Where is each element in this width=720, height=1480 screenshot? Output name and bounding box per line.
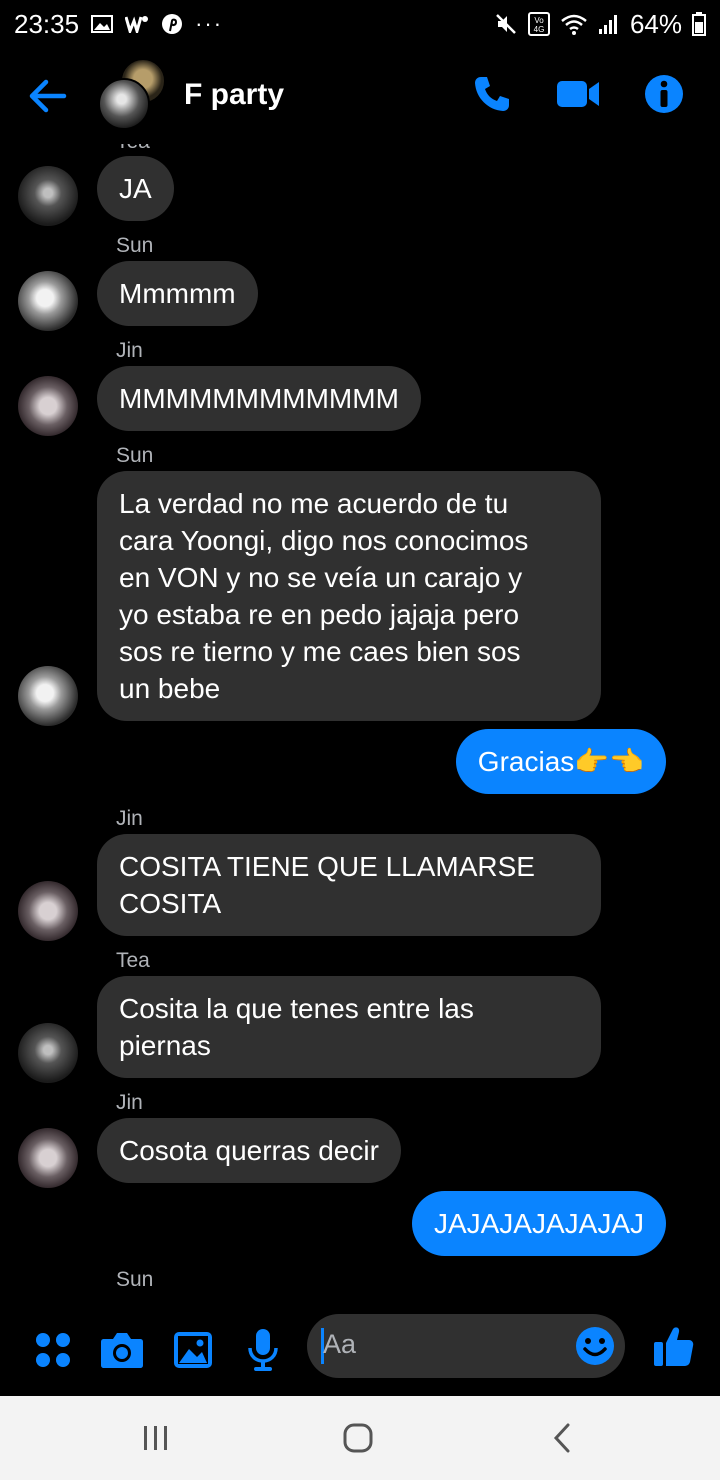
- more-notifications-icon: ···: [195, 11, 224, 36]
- image-icon: [174, 1332, 212, 1368]
- video-call-button[interactable]: [556, 78, 600, 115]
- message-input-placeholder: Aa: [323, 1329, 357, 1359]
- message-bubble[interactable]: Cosita la que tenes entre las piernas: [97, 976, 601, 1078]
- recent-apps-icon: [144, 1426, 167, 1450]
- gallery-notification-icon: [91, 14, 114, 34]
- avatar[interactable]: [18, 1128, 78, 1188]
- info-icon: [645, 75, 683, 113]
- avatar[interactable]: [18, 271, 78, 331]
- sender-name: Sun: [116, 234, 154, 257]
- message-bubble[interactable]: Cosota querras decir: [97, 1118, 401, 1183]
- sender-name: Sun: [116, 1268, 154, 1291]
- pinterest-notification-icon: [161, 13, 183, 35]
- home-button[interactable]: [336, 1418, 380, 1458]
- info-button[interactable]: [644, 74, 684, 119]
- message-bubble[interactable]: COSITA TIENE QUE LLAMARSE COSITA: [97, 834, 601, 936]
- sender-name: Tea: [116, 949, 150, 972]
- status-time: 23:35: [14, 8, 80, 39]
- avatar[interactable]: [18, 166, 78, 226]
- mute-icon: [494, 12, 518, 36]
- back-button[interactable]: [26, 74, 70, 118]
- message-bubble[interactable]: Mmmmm: [97, 261, 258, 326]
- composer-bar: Aa: [0, 1306, 720, 1396]
- chat-header: F party: [0, 48, 720, 144]
- message-bubble[interactable]: La verdad no me acuerdo de tu cara Yoong…: [97, 471, 601, 721]
- svg-text:4G: 4G: [534, 25, 545, 34]
- sender-name: Jin: [116, 339, 143, 362]
- message-bubble[interactable]: MMMMMMMMMMMM: [97, 366, 421, 431]
- status-bar: 23:35 ··· Vo 4G 64%: [0, 0, 720, 48]
- microphone-icon: [248, 1329, 278, 1371]
- system-nav-bar: [0, 1396, 720, 1480]
- wattpad-notification-icon: [125, 15, 149, 33]
- four-dots-icon: [36, 1333, 70, 1367]
- like-button[interactable]: [652, 1324, 696, 1368]
- camera-icon: [101, 1333, 143, 1368]
- avatar[interactable]: [18, 376, 78, 436]
- own-message-bubble[interactable]: JAJAJAJAJAJAJ: [411, 1191, 666, 1256]
- back-arrow-icon: [29, 79, 67, 113]
- own-message-bubble[interactable]: Gracias👉👈: [455, 729, 666, 794]
- gallery-button[interactable]: [171, 1328, 215, 1372]
- message-input[interactable]: Aa: [307, 1314, 625, 1378]
- chat-title[interactable]: F party: [184, 78, 284, 112]
- signal-icon: [598, 13, 620, 35]
- thumbs-up-icon: [654, 1327, 694, 1366]
- group-avatar[interactable]: [98, 58, 170, 134]
- more-actions-button[interactable]: [31, 1328, 75, 1372]
- nav-back-button[interactable]: [540, 1418, 584, 1458]
- camera-button[interactable]: [100, 1328, 144, 1372]
- battery-percent: 64%: [629, 8, 682, 39]
- smiley-icon[interactable]: [575, 1326, 615, 1366]
- voice-button[interactable]: [241, 1328, 285, 1372]
- wifi-icon: [560, 13, 588, 35]
- sender-name: Tea: [116, 144, 150, 154]
- recent-apps-button[interactable]: [134, 1418, 178, 1458]
- volte-icon: Vo 4G: [527, 12, 550, 36]
- call-button[interactable]: [472, 74, 512, 119]
- group-member-avatar: [98, 78, 150, 130]
- svg-text:Vo: Vo: [534, 16, 544, 25]
- message-list[interactable]: Tea JA Sun Mmmmm Jin MMMMMMMMMMMM Sun La…: [0, 144, 720, 1306]
- sender-name: Jin: [116, 1091, 143, 1114]
- battery-icon: [692, 12, 706, 36]
- avatar[interactable]: [18, 1023, 78, 1083]
- video-camera-icon: [557, 81, 599, 107]
- message-bubble[interactable]: JA: [97, 156, 174, 221]
- avatar[interactable]: [18, 666, 78, 726]
- sender-name: Sun: [116, 444, 154, 467]
- phone-icon: [475, 77, 509, 111]
- chevron-left-icon: [553, 1423, 570, 1453]
- sender-name: Jin: [116, 807, 143, 830]
- avatar[interactable]: [18, 881, 78, 941]
- home-icon: [343, 1423, 373, 1453]
